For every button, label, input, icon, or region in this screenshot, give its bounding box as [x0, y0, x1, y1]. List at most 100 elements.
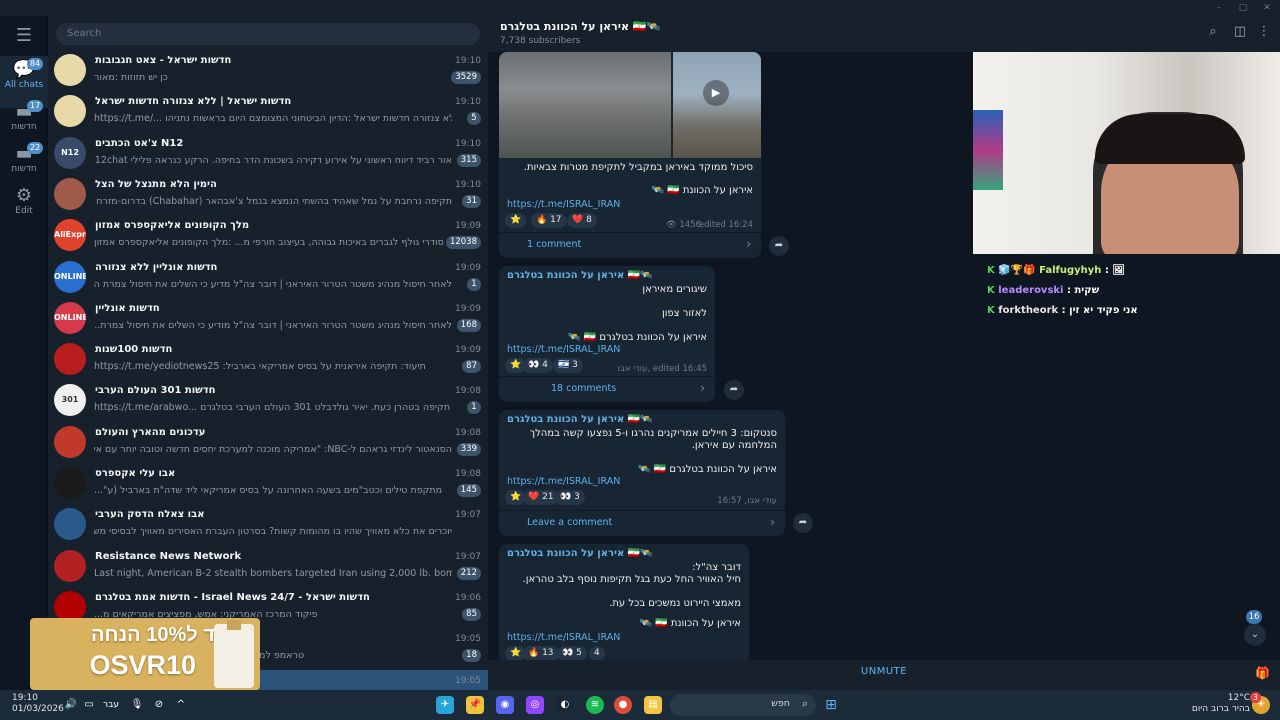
search-icon[interactable]: ⌕	[1205, 24, 1221, 42]
chat-list-item[interactable]: 301 חדשות 301 העולם הערבי 19:08 https://t.m…	[48, 380, 488, 421]
reaction-other[interactable]: 4	[589, 646, 605, 661]
search-input[interactable]: Search	[56, 23, 480, 45]
reaction-fire[interactable]: 🔥 13	[523, 646, 559, 661]
windows-taskbar: 19:10 01/03/2026 🔊 ▭ עבר 🎙 ⊘ ^ ✈ 📌 ◉ ◎ ◐…	[0, 690, 1280, 720]
chat-list-item[interactable]: אבו עלי אקספרס 19:08 מתקפת טילים וכטב"מים …	[48, 463, 488, 504]
spotify-app-icon[interactable]: ≋	[586, 696, 604, 714]
reaction-eyes[interactable]: 👀 3	[555, 490, 585, 505]
rail-item-label: All chats	[4, 80, 44, 90]
chat-name: עדכונים מהארץ והעולם	[95, 426, 206, 438]
taskbar-clock[interactable]: 19:10 01/03/2026	[12, 693, 64, 715]
chat-list-item[interactable]: N12 צ'אט הכתבים N12 19:10 אור רביד דיווח רא…	[48, 133, 488, 174]
unread-badge: 339	[456, 442, 481, 456]
share-icon[interactable]: ➦	[724, 380, 744, 400]
comments-bar[interactable]: 1 comment ›	[499, 232, 761, 258]
comments-bar[interactable]: 18 comments ›	[499, 376, 715, 402]
microphone-icon[interactable]: 🎙	[128, 696, 146, 714]
chat-time: 19:09	[455, 303, 481, 314]
reaction-eyes[interactable]: 👀 4	[523, 358, 553, 373]
share-icon[interactable]: ➦	[793, 513, 813, 533]
chat-list-item[interactable]: Resistance News Network 19:07 Last night, …	[48, 546, 488, 587]
more-vertical-icon[interactable]: ⋮	[1256, 24, 1272, 42]
post-time: עודי אבו, edited 16:45	[617, 364, 707, 374]
scroll-down-icon[interactable]: ⌄	[1244, 624, 1266, 646]
chevron-right-icon: ›	[700, 381, 705, 395]
leave-comment-link[interactable]: Leave a comment	[527, 517, 612, 528]
chat-preview: https://t.me/arabwo... ראשוני: תקיפה בטה…	[94, 402, 452, 414]
reaction-fire[interactable]: 🔥 17	[531, 213, 567, 228]
comments-bar[interactable]: Leave a comment ›	[499, 510, 785, 536]
windows-start-icon[interactable]: ⊞	[822, 696, 840, 714]
discord-app-icon[interactable]: ◉	[496, 696, 514, 714]
post-link[interactable]: https://t.me/ISRAL_IRAN	[507, 476, 620, 487]
close-icon[interactable]: ✕	[1260, 2, 1274, 14]
chat-name: חדשות ישראל | ללא צנזורה חדשות ישראל	[95, 96, 292, 108]
chat-time: 19:10	[455, 179, 481, 190]
stream-chat-emote: 🖼	[1112, 265, 1126, 276]
post-link[interactable]: https://t.me/ISRAL_IRAN	[507, 632, 620, 643]
chat-avatar	[54, 549, 86, 582]
play-icon[interactable]: ▶	[703, 80, 729, 106]
taskbar-search[interactable]: חפש ⌕	[670, 694, 816, 716]
sidebar-toggle-icon[interactable]: ◫	[1232, 24, 1248, 42]
bottom-bar: UNMUTE 🎁	[488, 660, 1280, 690]
chat-list-item[interactable]: חדשות 100שנות 19:09 https://t.me/yediotnew…	[48, 339, 488, 380]
post-link[interactable]: https://t.me/ISRAL_IRAN	[507, 199, 620, 210]
chat-list-item[interactable]: חדשות ישראל | ללא צנזורה חדשות ישראל 19:1…	[48, 91, 488, 132]
file-explorer-icon[interactable]: ▤	[644, 696, 662, 714]
post-photo[interactable]	[499, 52, 671, 158]
rail-item-news-1[interactable]: ▬ 17 חדשות	[0, 100, 48, 132]
telegram-app-icon[interactable]: ✈	[436, 696, 454, 714]
chat-list-item[interactable]: אבו צאלח הדסק הערבי 19:07 יוכרים את כלא מא…	[48, 504, 488, 545]
chat-list-item[interactable]: ONLINE חדשות אונליין ללא צנזורה 19:09 לאחר …	[48, 257, 488, 298]
wifi-off-icon[interactable]: ⊘	[150, 696, 168, 714]
unread-badge: 145	[456, 484, 481, 497]
chevron-up-icon[interactable]: ^	[172, 696, 190, 714]
steam-app-icon[interactable]: ◐	[556, 696, 574, 714]
rail-item-all-chats[interactable]: 💬 84 All chats	[0, 58, 48, 90]
channel-post[interactable]: איראן על הכוונת בטלגרם 🇮🇷🛰️ דובר צה"ל: ח…	[499, 544, 749, 664]
comments-link[interactable]: 18 comments	[551, 383, 616, 394]
minimize-icon[interactable]: –	[1212, 2, 1226, 14]
reaction-eyes[interactable]: 👀 5	[557, 646, 587, 661]
chat-time: 19:09	[455, 221, 481, 232]
reaction-heart[interactable]: ❤️ 8	[567, 213, 597, 228]
pin-app-icon[interactable]: 📌	[466, 696, 484, 714]
chat-preview: כן יש תזוזות :מאור	[94, 72, 168, 83]
rail-item-edit[interactable]: ⚙ Edit	[0, 186, 48, 217]
maximize-icon[interactable]: ▢	[1236, 2, 1250, 14]
chat-list-item[interactable]: ONLINE חדשות אונליין 19:09 לאחר חיסול מנהיג…	[48, 298, 488, 339]
weather-widget[interactable]: 12°C בהיר ברוב היום	[1192, 693, 1250, 715]
chat-name: אבו צאלח הדסק הערבי	[95, 509, 205, 521]
share-icon[interactable]: ➦	[769, 236, 789, 256]
reaction-star[interactable]: ⭐	[505, 213, 527, 228]
chat-preview: תקיפה נרחבת על נמל שאהיד בהשתי הנמצא בנמ…	[94, 195, 452, 207]
post-link[interactable]: https://t.me/ISRAL_IRAN	[507, 344, 620, 355]
reaction-heart[interactable]: ❤️ 21	[523, 490, 559, 505]
comments-link[interactable]: 1 comment	[527, 239, 581, 250]
speaker-icon[interactable]: 🔊	[62, 696, 80, 714]
language-indicator[interactable]: עבר	[100, 696, 122, 714]
unmute-button[interactable]: UNMUTE	[488, 666, 1280, 677]
channel-post[interactable]: איראן על הכוונת בטלגרם 🇮🇷🛰️ סנטקום: 3 חי…	[499, 410, 785, 536]
chat-list-item[interactable]: חדשות ישראל - צאט חגבובות 19:10 כן יש תזוז…	[48, 50, 488, 91]
folders-rail: ☰ 💬 84 All chats ▬ 17 חדשות ▬ 22 חדשות ⚙…	[0, 16, 48, 690]
channel-post[interactable]: איראן על הכוונת בטלגרם 🇮🇷🛰️ שיגורים מאיר…	[499, 266, 715, 402]
chat-avatar	[54, 54, 86, 86]
chat-list-item[interactable]: AliExpress מלך הקופונים אליאקספרס אמזון 19…	[48, 215, 488, 256]
gift-icon[interactable]: 🎁	[1255, 666, 1270, 680]
chrome-app-icon[interactable]: ●	[614, 696, 632, 714]
twitch-app-icon[interactable]: ◎	[526, 696, 544, 714]
reaction-flag[interactable]: 🇮🇱 3	[553, 358, 583, 373]
post-time: עודי אבו, 16:57	[717, 496, 777, 506]
rail-item-news-2[interactable]: ▬ 22 חדשות	[0, 142, 48, 174]
network-icon[interactable]: ▭	[80, 696, 98, 714]
hamburger-icon[interactable]: ☰	[0, 26, 48, 46]
chat-list-item[interactable]: הימין הלא מתנצל של הצל 19:10 תקיפה נרחבת ע…	[48, 174, 488, 215]
post-channel-name: איראן על הכוונת בטלגרם 🇮🇷🛰️	[507, 270, 653, 281]
chat-name: הימין הלא מתנצל של הצל	[95, 178, 217, 190]
unread-badge: 1	[467, 277, 481, 291]
channel-post[interactable]: ▶ סיכול ממוקד באיראן במקביל לתקיפת מטרות…	[499, 52, 761, 258]
conversation-header[interactable]: איראן על הכוונת בטלגרם 🇮🇷🛰️ 7,738 subscr…	[488, 16, 1280, 52]
chat-list-item[interactable]: עדכונים מהארץ והעולם 19:08 הסנאטור לינדזי …	[48, 422, 488, 463]
